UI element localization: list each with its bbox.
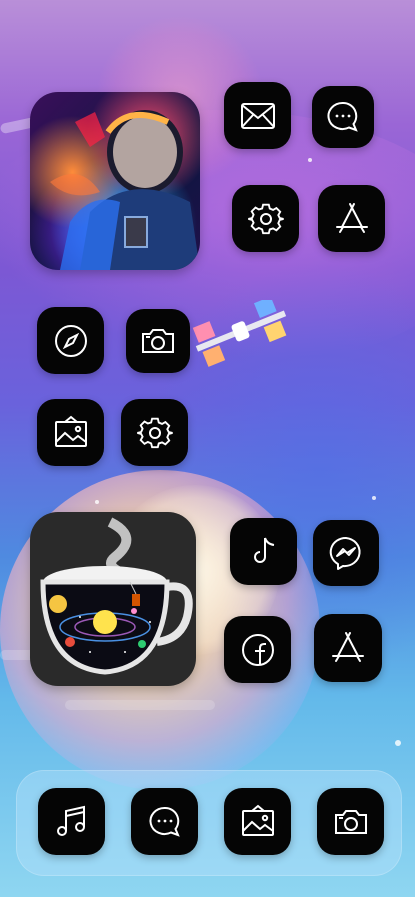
- chat-bubble-icon: [149, 806, 180, 837]
- messages-app-icon[interactable]: [312, 86, 374, 148]
- photo-frame-icon: [54, 415, 87, 447]
- camera-icon: [334, 809, 367, 834]
- chat-bubble-icon: [327, 101, 358, 132]
- messenger-app-icon[interactable]: [313, 520, 379, 586]
- envelope-icon: [240, 102, 275, 129]
- app-store-icon: [332, 632, 364, 662]
- gear-icon: [136, 417, 173, 448]
- dock-music-app-icon[interactable]: [38, 788, 105, 855]
- photos-app-icon[interactable]: [37, 399, 104, 466]
- dock-messages-app-icon[interactable]: [131, 788, 198, 855]
- settings-app-icon-2[interactable]: [121, 399, 188, 466]
- tiktok-app-icon[interactable]: [230, 518, 297, 585]
- dock-camera-app-icon[interactable]: [317, 788, 384, 855]
- wallpaper-star: [395, 740, 401, 746]
- safari-app-icon[interactable]: [37, 307, 104, 374]
- facebook-icon: [241, 633, 274, 666]
- wallpaper-streak: [65, 700, 215, 710]
- astronaut-widget[interactable]: [30, 92, 200, 270]
- app-store-icon: [335, 202, 368, 233]
- wallpaper-star: [95, 500, 99, 504]
- camera-app-icon[interactable]: [126, 309, 190, 373]
- compass-icon: [54, 324, 87, 357]
- wallpaper-star: [308, 158, 312, 162]
- astronaut-photo-icon: [50, 110, 200, 270]
- home-screen: [0, 0, 415, 897]
- wallpaper-star: [372, 496, 376, 500]
- messenger-icon: [329, 536, 361, 570]
- music-note-icon: [56, 805, 85, 836]
- facebook-app-icon[interactable]: [224, 616, 291, 683]
- gear-icon: [247, 203, 284, 234]
- photo-frame-icon: [241, 804, 274, 836]
- camera-icon: [142, 329, 174, 353]
- settings-app-icon[interactable]: [232, 185, 299, 252]
- space-station-illustration: [192, 300, 287, 367]
- mail-app-icon[interactable]: [224, 82, 291, 149]
- dock-photos-app-icon[interactable]: [224, 788, 291, 855]
- tiktok-icon: [253, 537, 274, 563]
- app-store-app-icon-2[interactable]: [314, 614, 382, 682]
- cosmic-cup-widget[interactable]: [30, 512, 196, 686]
- app-store-app-icon[interactable]: [318, 185, 385, 252]
- cosmic-teacup-icon: [40, 517, 193, 675]
